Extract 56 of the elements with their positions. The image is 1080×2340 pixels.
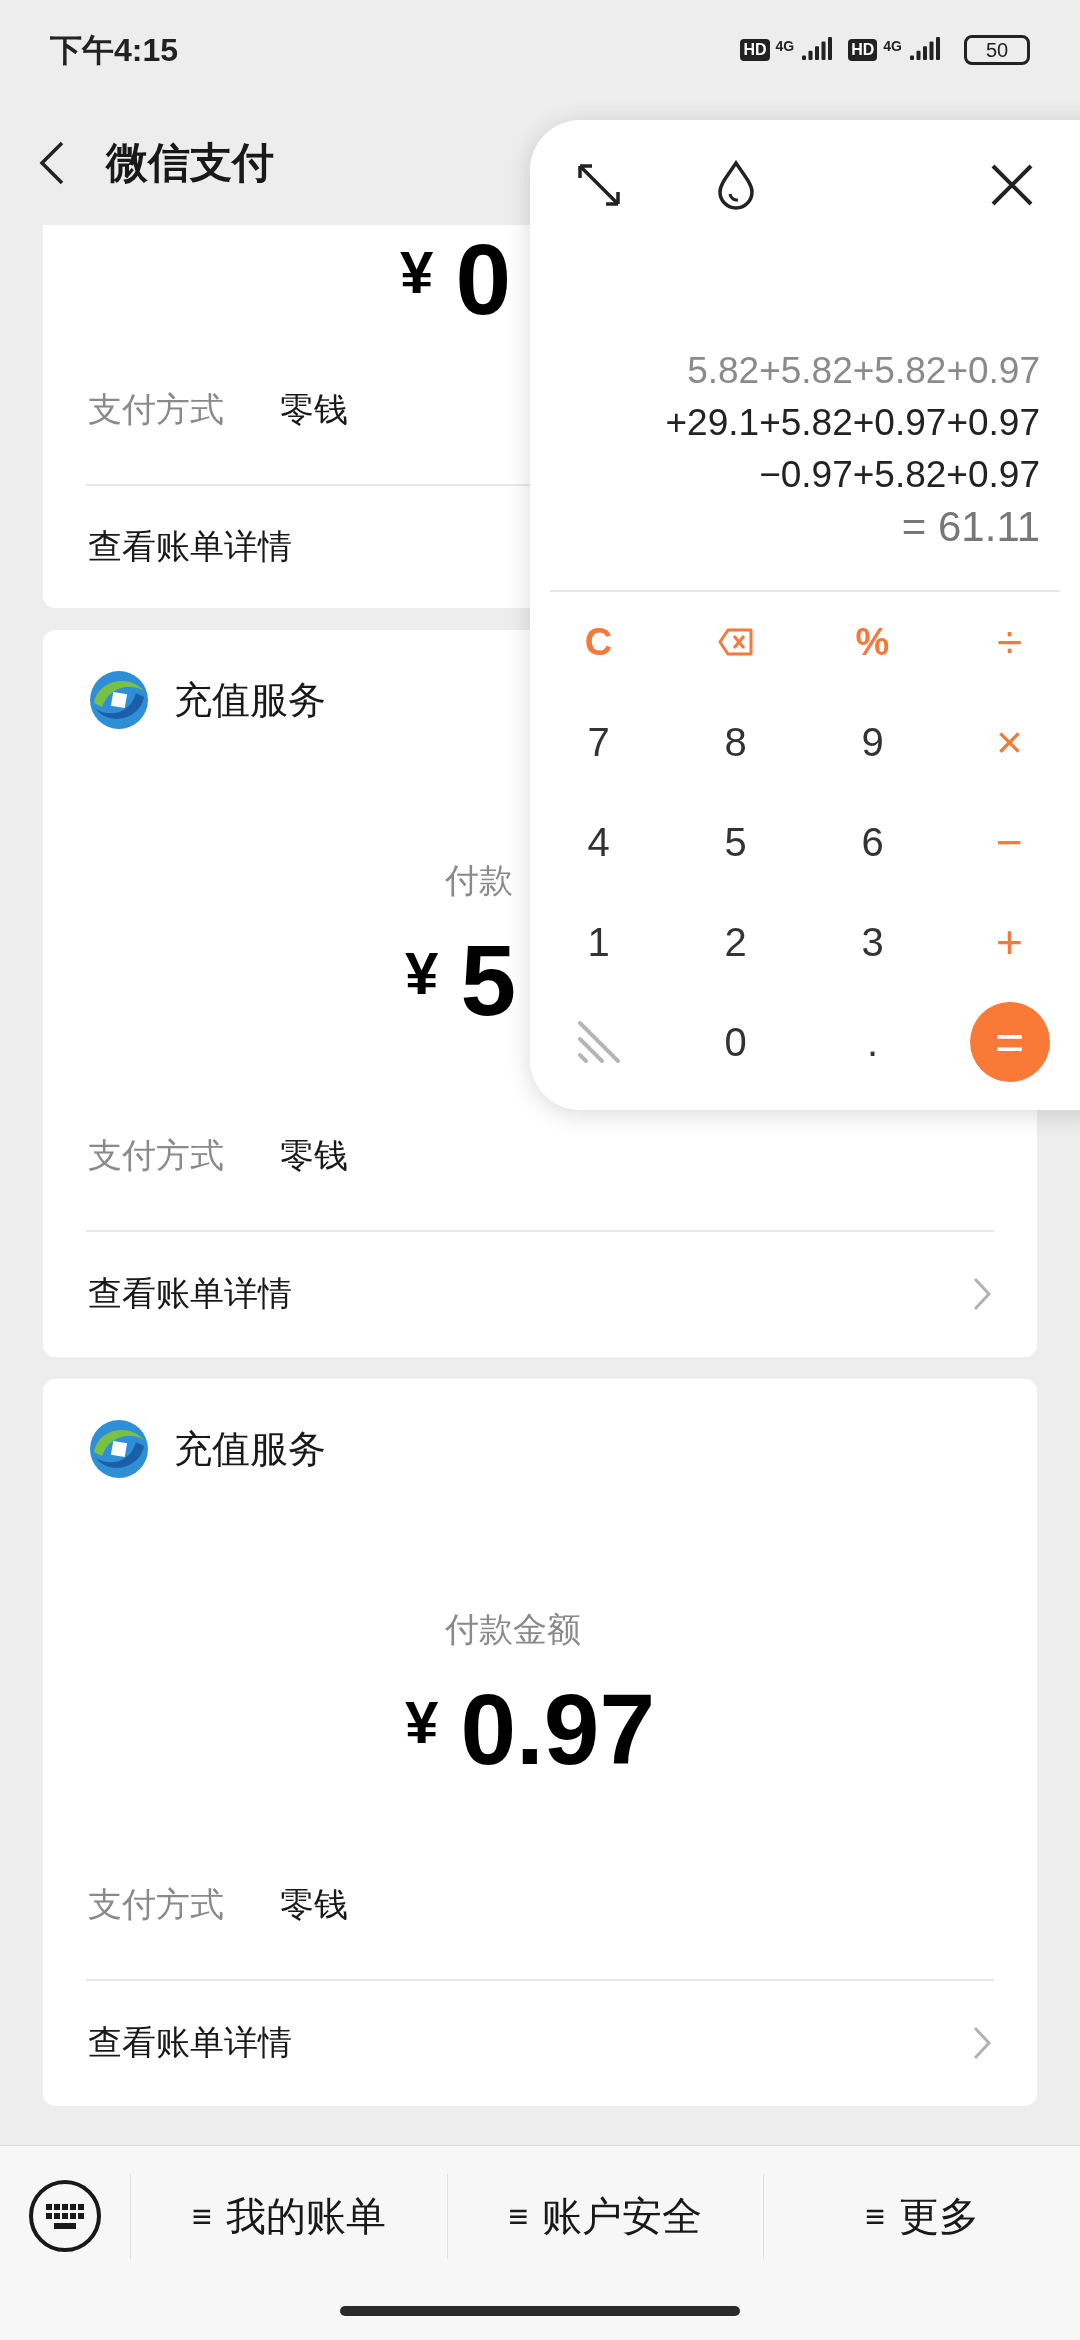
logo-icon (88, 1418, 150, 1480)
keyboard-icon[interactable] (28, 2179, 102, 2253)
amount-label: 付款金额 (445, 1609, 581, 1648)
backspace-icon[interactable] (717, 628, 754, 656)
digit-key[interactable]: 9 (804, 692, 941, 792)
digit-key[interactable]: . (804, 992, 941, 1092)
expression-line: 5.82+5.82+5.82+0.97 (687, 349, 1040, 393)
amount-label: 付款 (445, 860, 513, 899)
digit-key[interactable]: 2 (667, 892, 804, 992)
close-icon[interactable] (989, 163, 1034, 207)
expression-line: −0.97+5.82+0.97 (759, 453, 1040, 497)
payment-method-value: 零钱 (280, 1134, 348, 1176)
menu-tab[interactable]: ≡ 我的账单 (191, 2186, 386, 2246)
currency-symbol: ¥ (405, 944, 439, 1004)
status-time: 下午4:15 (50, 31, 179, 70)
menu-tab[interactable]: ≡ 更多 (865, 2186, 980, 2246)
menu-tab[interactable]: ≡ 账户安全 (508, 2186, 703, 2246)
bill-detail-link[interactable]: 查看账单详情 (88, 2017, 292, 2068)
page-title: 微信支付 (106, 138, 274, 188)
merchant-name: 充值服务 (174, 677, 326, 723)
digit-key[interactable]: 3 (804, 892, 941, 992)
amount: 0.97 (460, 1679, 655, 1779)
hd-badge: HD (740, 39, 770, 61)
amount: 0 (455, 229, 511, 329)
bill-detail-link[interactable]: 查看账单详情 (88, 1268, 292, 1319)
digit-key[interactable]: 0 (667, 992, 804, 1092)
back-icon[interactable] (38, 139, 66, 186)
digit-key[interactable]: 8 (667, 692, 804, 792)
merchant-name: 充值服务 (174, 1426, 326, 1472)
menu-icon: ≡ (865, 2190, 886, 2242)
bill-detail-link[interactable]: 查看账单详情 (88, 521, 292, 573)
network-type: 4G (883, 37, 902, 56)
payment-method-value: 零钱 (280, 1883, 348, 1925)
payment-method-label: 支付方式 (88, 1134, 224, 1176)
logo-icon (88, 669, 150, 731)
digit-key[interactable]: 6 (804, 792, 941, 892)
expand-icon[interactable] (575, 162, 622, 208)
payment-method-label: 支付方式 (88, 388, 224, 430)
payment-method-label: 支付方式 (88, 1883, 224, 1925)
resize-handle-icon[interactable] (575, 1019, 622, 1065)
payment-method-value: 零钱 (280, 388, 348, 430)
menu-icon: ≡ (508, 2190, 529, 2242)
battery-icon: 50 (964, 35, 1030, 65)
amount: 5 (460, 930, 516, 1030)
digit-key[interactable]: 7 (530, 692, 667, 792)
droplet-icon[interactable] (715, 160, 756, 210)
digit-key[interactable]: 5 (667, 792, 804, 892)
digit-key[interactable]: 4 (530, 792, 667, 892)
network-type: 4G (775, 37, 795, 56)
hd-badge: HD (848, 39, 878, 61)
digit-key[interactable]: 1 (530, 892, 667, 992)
expression-line: = 61.11 (901, 502, 1040, 552)
currency-symbol: ¥ (400, 243, 434, 303)
menu-icon: ≡ (191, 2190, 212, 2242)
currency-symbol: ¥ (405, 1693, 439, 1753)
expression-line: +29.1+5.82+0.97+0.97 (665, 401, 1040, 445)
